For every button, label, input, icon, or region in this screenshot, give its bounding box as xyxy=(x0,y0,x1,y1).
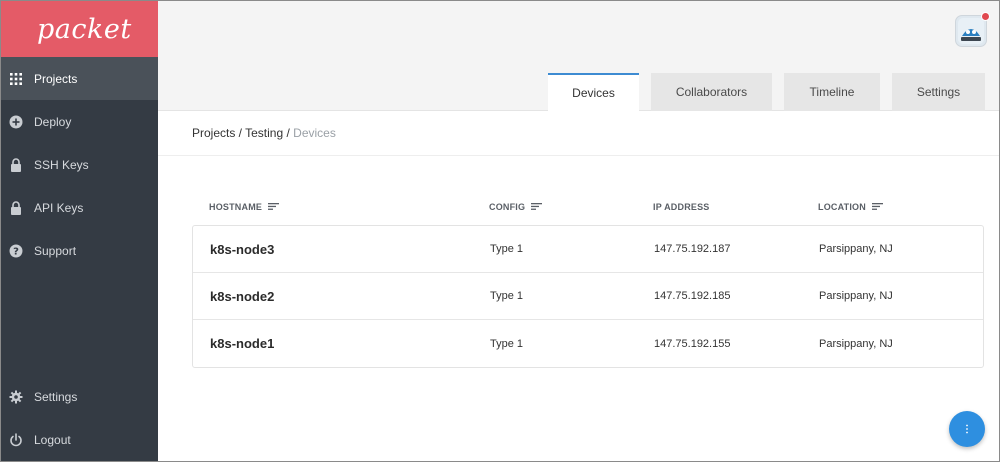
divider xyxy=(158,155,999,156)
lock-icon xyxy=(9,157,23,172)
lock-icon xyxy=(9,200,23,215)
user-avatar-icon xyxy=(958,18,984,44)
sort-icon xyxy=(268,202,280,212)
plus-circle-icon xyxy=(9,115,23,129)
breadcrumb-path[interactable]: Projects / Testing / xyxy=(192,126,293,140)
sidebar-item-label: Settings xyxy=(34,389,78,404)
tab-label: Settings xyxy=(916,85,961,99)
sidebar: packet Projects Deploy SSH Keys API Keys… xyxy=(1,1,158,461)
location-cell: Parsippany, NJ xyxy=(819,243,893,255)
tab-bar: Devices Collaborators Timeline Settings xyxy=(548,73,997,111)
sidebar-item-ssh-keys[interactable]: SSH Keys xyxy=(1,143,158,186)
content-panel: Projects / Testing / Devices HOSTNAME CO… xyxy=(158,111,999,461)
table-row[interactable]: k8s-node1 Type 1 147.75.192.155 Parsippa… xyxy=(193,320,983,367)
sidebar-item-label: API Keys xyxy=(34,200,84,215)
sort-icon xyxy=(871,202,883,212)
location-cell: Parsippany, NJ xyxy=(819,337,893,350)
grid-icon xyxy=(9,72,23,86)
hostname-cell[interactable]: k8s-node3 xyxy=(193,242,490,257)
column-header-hostname[interactable]: HOSTNAME xyxy=(192,202,489,212)
column-header-config[interactable]: CONFIG xyxy=(489,202,653,212)
column-header-location[interactable]: LOCATION xyxy=(818,202,982,212)
tab-settings[interactable]: Settings xyxy=(892,73,985,111)
config-cell: Type 1 xyxy=(490,337,524,350)
sidebar-item-label: Logout xyxy=(34,432,71,447)
hostname-cell[interactable]: k8s-node1 xyxy=(193,336,490,351)
tab-label: Collaborators xyxy=(675,85,748,99)
sidebar-bottom: Settings Logout xyxy=(1,375,158,461)
hostname-cell[interactable]: k8s-node2 xyxy=(193,289,490,304)
tab-label: Devices xyxy=(572,86,615,100)
power-icon xyxy=(9,432,23,447)
table-header: HOSTNAME CONFIG IP ADDRESS LOCATION xyxy=(192,189,984,225)
sidebar-item-label: SSH Keys xyxy=(34,157,89,172)
sidebar-item-support[interactable]: ? Support xyxy=(1,229,158,272)
tab-collaborators[interactable]: Collaborators xyxy=(651,73,772,111)
avatar[interactable] xyxy=(955,12,990,47)
sidebar-item-deploy[interactable]: Deploy xyxy=(1,100,158,143)
sidebar-item-settings[interactable]: Settings xyxy=(1,375,158,418)
location-cell: Parsippany, NJ xyxy=(819,290,893,302)
column-label: IP ADDRESS xyxy=(653,202,710,212)
table-row[interactable]: k8s-node3 Type 1 147.75.192.187 Parsippa… xyxy=(193,226,983,273)
brand-header[interactable]: packet xyxy=(1,1,158,57)
devices-table: HOSTNAME CONFIG IP ADDRESS LOCATION k8s-… xyxy=(192,189,984,368)
sort-icon xyxy=(531,202,543,212)
notification-dot xyxy=(981,12,990,21)
more-vertical-icon xyxy=(966,424,968,434)
config-cell: Type 1 xyxy=(490,290,524,302)
sidebar-item-projects[interactable]: Projects xyxy=(1,57,158,100)
sidebar-item-label: Support xyxy=(34,243,77,258)
breadcrumb: Projects / Testing / Devices xyxy=(192,126,336,140)
sidebar-item-label: Deploy xyxy=(34,114,72,129)
help-circle-icon: ? xyxy=(9,244,23,258)
column-label: LOCATION xyxy=(818,202,866,212)
top-bar: Devices Collaborators Timeline Settings xyxy=(158,1,999,111)
tab-timeline[interactable]: Timeline xyxy=(784,73,880,111)
sidebar-item-label: Projects xyxy=(34,71,78,86)
config-cell: Type 1 xyxy=(490,243,524,255)
gear-icon xyxy=(9,390,23,404)
table-row[interactable]: k8s-node2 Type 1 147.75.192.185 Parsippa… xyxy=(193,273,983,320)
table-body: k8s-node3 Type 1 147.75.192.187 Parsippa… xyxy=(192,225,984,368)
tab-devices[interactable]: Devices xyxy=(548,73,639,111)
sidebar-item-logout[interactable]: Logout xyxy=(1,418,158,461)
ip-address-cell: 147.75.192.187 xyxy=(654,243,731,255)
svg-text:?: ? xyxy=(13,246,19,257)
tab-label: Timeline xyxy=(809,85,855,99)
floating-action-button[interactable] xyxy=(949,411,985,447)
column-label: HOSTNAME xyxy=(209,202,263,212)
sidebar-item-api-keys[interactable]: API Keys xyxy=(1,186,158,229)
ip-address-cell: 147.75.192.155 xyxy=(654,337,731,350)
column-label: CONFIG xyxy=(489,202,526,212)
main-area: Devices Collaborators Timeline Settings … xyxy=(158,1,999,461)
ip-address-cell: 147.75.192.185 xyxy=(654,290,731,302)
breadcrumb-current: Devices xyxy=(293,126,336,140)
column-header-ip-address: IP ADDRESS xyxy=(653,202,818,212)
packet-logo: packet xyxy=(37,13,132,45)
